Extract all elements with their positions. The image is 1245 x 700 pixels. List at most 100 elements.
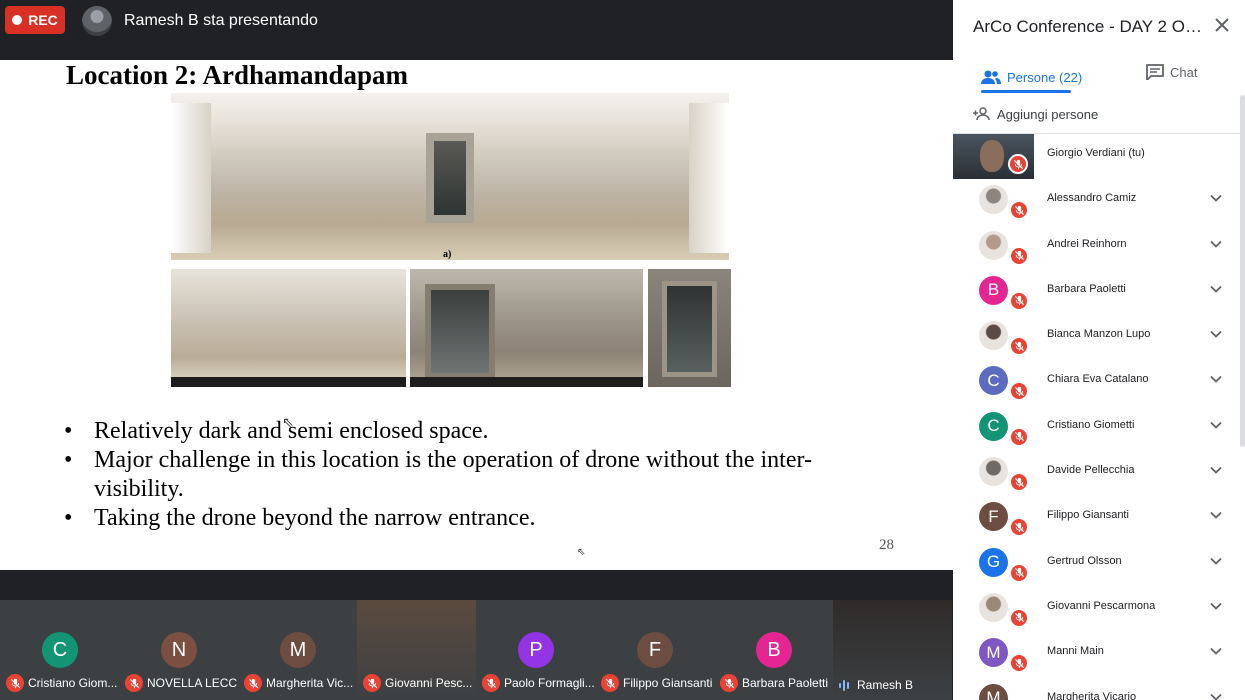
- participant-row[interactable]: C Cristiano Giometti: [953, 406, 1238, 451]
- mic-off-icon: [1009, 245, 1029, 266]
- participant-row[interactable]: B Barbara Paoletti: [953, 270, 1238, 315]
- mic-off-icon: [1009, 562, 1029, 583]
- active-tab-indicator: [981, 90, 1071, 93]
- people-icon: [981, 70, 1001, 84]
- participant-name-row: Giovanni Pesc...: [357, 674, 476, 692]
- participant-row[interactable]: Giorgio Verdiani (tu): [953, 134, 1238, 179]
- participant-tile[interactable]: P Paolo Formagli...: [476, 600, 595, 700]
- participant-name: Cristiano Giometti: [1047, 418, 1135, 431]
- bullet-item: Taking the drone beyond the narrow entra…: [60, 504, 830, 533]
- mouse-cursor-icon: ⇖: [577, 547, 586, 558]
- participant-name: Andrei Reinhorn: [1047, 237, 1127, 250]
- tab-chat-label: Chat: [1170, 64, 1198, 80]
- participant-name: Alessandro Camiz: [1047, 192, 1137, 205]
- recording-badge: REC: [5, 6, 65, 34]
- chevron-down-icon[interactable]: [1209, 418, 1223, 432]
- avatar: N: [161, 632, 197, 668]
- chevron-down-icon[interactable]: [1209, 327, 1223, 341]
- avatar: C: [979, 411, 1008, 441]
- participant-name-row: Barbara Paoletti: [714, 674, 833, 692]
- participant-tile[interactable]: N NOVELLA LECCI: [119, 600, 238, 700]
- participant-name: Gertrud Olsson: [1047, 554, 1122, 567]
- presenter-status: Ramesh B sta presentando: [124, 12, 318, 29]
- participant-tile[interactable]: B Barbara Paoletti: [714, 600, 833, 700]
- avatar: [979, 230, 1008, 260]
- thumbnail-image-3: [648, 269, 731, 387]
- mic-off-icon: [601, 674, 619, 692]
- participant-name: Giorgio Verdiani (tu): [1047, 147, 1145, 159]
- chevron-down-icon[interactable]: [1209, 690, 1223, 700]
- participant-row[interactable]: Alessandro Camiz: [953, 179, 1238, 224]
- participant-name-row: NOVELLA LECCI: [119, 674, 238, 692]
- scrollbar[interactable]: [1240, 95, 1245, 447]
- participant-name: Margherita Vic...: [266, 676, 354, 690]
- mic-off-icon: [1009, 517, 1029, 538]
- chevron-down-icon[interactable]: [1209, 237, 1223, 251]
- participant-row[interactable]: M Manni Main: [953, 632, 1238, 677]
- add-people-button[interactable]: Aggiungi persone: [973, 103, 1098, 125]
- participant-name: Manni Main: [1047, 645, 1104, 658]
- avatar: P: [518, 632, 554, 668]
- participant-name: Ramesh B: [857, 678, 914, 692]
- mic-off-icon: [1009, 336, 1029, 357]
- chevron-down-icon[interactable]: [1209, 508, 1223, 522]
- participant-name-row: Cristiano Giom...: [0, 674, 119, 692]
- mic-off-icon: [6, 674, 24, 692]
- speaking-indicator-icon: [839, 678, 853, 692]
- avatar: F: [979, 502, 1008, 532]
- participant-row[interactable]: Andrei Reinhorn: [953, 225, 1238, 270]
- bullet-item: Relatively dark and semi enclosed space.: [60, 417, 830, 446]
- chevron-down-icon[interactable]: [1209, 599, 1223, 613]
- avatar: B: [756, 632, 792, 668]
- side-panel: ArCo Conference - DAY 2 ONLIN... Persone…: [953, 0, 1245, 700]
- meeting-title: ArCo Conference - DAY 2 ONLIN...: [973, 17, 1209, 36]
- participant-tile[interactable]: F Filippo Giansanti: [595, 600, 714, 700]
- mouse-cursor-icon: ⇖: [282, 414, 294, 430]
- mic-off-icon: [1009, 607, 1029, 628]
- mic-off-icon: [720, 674, 738, 692]
- participant-name: Giovanni Pescarmona: [1047, 599, 1156, 612]
- participant-row[interactable]: Giovanni Pescarmona: [953, 587, 1238, 632]
- mic-off-icon: [482, 674, 500, 692]
- participant-row[interactable]: Davide Pellecchia: [953, 451, 1238, 496]
- participant-row[interactable]: M Margherita Vicario: [953, 678, 1238, 700]
- avatar: M: [280, 632, 316, 668]
- shared-slide: Location 2: Ardhamandapam a) Relatively …: [0, 60, 953, 570]
- participant-row[interactable]: Bianca Manzon Lupo: [953, 315, 1238, 360]
- chat-icon: [1146, 64, 1164, 80]
- participant-name-row: Ramesh B: [833, 678, 952, 692]
- chevron-down-icon[interactable]: [1209, 554, 1223, 568]
- participant-name: Paolo Formagli...: [504, 676, 595, 690]
- participant-tile[interactable]: Giovanni Pesc...: [357, 600, 476, 700]
- chevron-down-icon[interactable]: [1209, 463, 1223, 477]
- participant-row[interactable]: C Chiara Eva Catalano: [953, 360, 1238, 405]
- avatar: B: [979, 275, 1008, 305]
- participant-row[interactable]: F Filippo Giansanti: [953, 496, 1238, 541]
- mic-off-icon: [125, 674, 143, 692]
- tab-people[interactable]: Persone (22): [981, 62, 1082, 92]
- participant-name: Cristiano Giom...: [28, 676, 118, 690]
- chevron-down-icon[interactable]: [1209, 191, 1223, 205]
- participant-row[interactable]: G Gertrud Olsson: [953, 542, 1238, 587]
- chevron-down-icon[interactable]: [1209, 372, 1223, 386]
- participant-name: NOVELLA LECCI: [147, 676, 238, 690]
- presenter-avatar: [82, 6, 112, 36]
- tab-chat[interactable]: Chat: [1146, 62, 1197, 82]
- avatar: [979, 592, 1008, 622]
- chevron-down-icon[interactable]: [1209, 644, 1223, 658]
- slide-bullets: Relatively dark and semi enclosed space.…: [60, 417, 830, 533]
- participant-tile[interactable]: Ramesh B: [833, 600, 952, 700]
- close-icon[interactable]: [1213, 16, 1231, 34]
- avatar: C: [979, 366, 1008, 396]
- participant-name-row: Filippo Giansanti: [595, 674, 714, 692]
- participant-tile[interactable]: M Margherita Vic...: [238, 600, 357, 700]
- avatar: C: [42, 632, 78, 668]
- mic-off-icon: [1009, 426, 1029, 447]
- add-person-icon: [973, 107, 990, 121]
- mic-off-icon: [1009, 200, 1029, 221]
- avatar: [979, 185, 1008, 215]
- participant-tile[interactable]: C Cristiano Giom...: [0, 600, 119, 700]
- chevron-down-icon[interactable]: [1209, 282, 1223, 296]
- slide-page-number: 28: [879, 537, 894, 553]
- rec-label: REC: [28, 12, 58, 28]
